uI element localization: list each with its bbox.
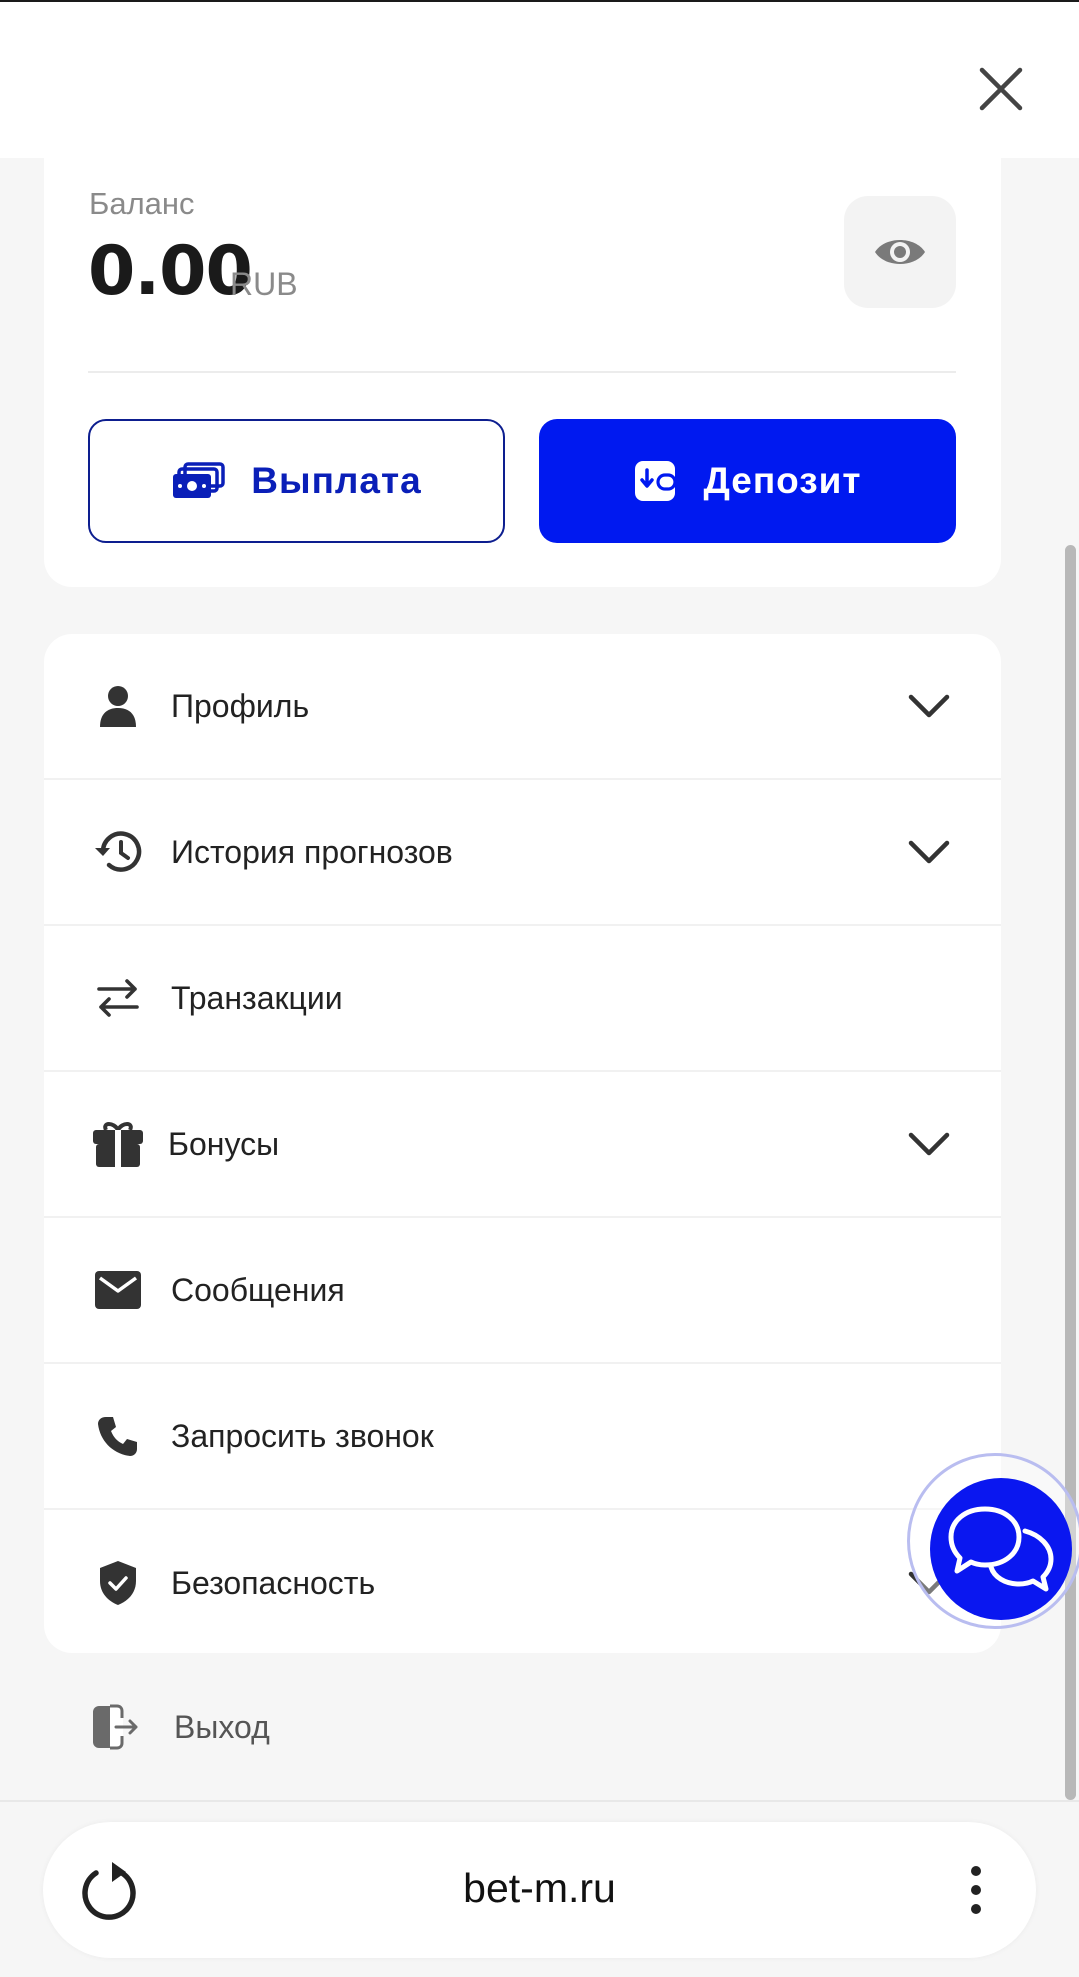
phone-icon	[92, 1410, 144, 1462]
chat-bubbles-icon	[948, 1506, 1054, 1592]
menu-item-label: Бонусы	[168, 1125, 280, 1162]
balance-currency: RUB	[230, 266, 298, 302]
deposit-button[interactable]: Депозит	[539, 419, 956, 543]
menu-item-security[interactable]: Безопасность	[44, 1510, 1001, 1653]
logout-button[interactable]: Выход	[88, 1690, 388, 1764]
menu-item-label: Профиль	[171, 687, 310, 724]
more-dots-icon-dot	[971, 1885, 981, 1895]
menu-item-messages[interactable]: Сообщения	[44, 1218, 1001, 1364]
close-icon	[979, 67, 1023, 111]
balance-divider	[88, 371, 956, 373]
menu-item-bonuses[interactable]: Бонусы	[44, 1072, 1001, 1218]
menu-item-transactions[interactable]: Транзакции	[44, 926, 1001, 1072]
shield-check-icon	[92, 1557, 144, 1609]
menu-item-label: Транзакции	[171, 979, 343, 1016]
menu-item-label: Сообщения	[171, 1271, 345, 1308]
more-dots-icon	[971, 1866, 981, 1876]
cash-stack-icon	[173, 462, 226, 498]
wallet-in-icon	[635, 461, 678, 501]
transfer-arrows-icon	[92, 972, 144, 1024]
panel-header	[0, 2, 1079, 158]
eye-icon	[875, 240, 925, 264]
balance-amount: 0.00	[88, 232, 253, 311]
chevron-down-icon	[906, 1121, 952, 1167]
support-chat-button[interactable]	[930, 1478, 1072, 1620]
url-text[interactable]: bet-m.ru	[43, 1865, 1036, 1912]
menu-item-label: История прогнозов	[171, 833, 453, 870]
deposit-label: Депозит	[703, 460, 862, 501]
balance-label: Баланс	[89, 186, 195, 221]
history-icon	[92, 826, 144, 878]
menu-item-label: Запросить звонок	[171, 1417, 434, 1454]
gift-icon	[92, 1118, 144, 1170]
menu-item-request-call[interactable]: Запросить звонок	[44, 1364, 1001, 1510]
payout-label: Выплата	[251, 460, 422, 501]
close-button[interactable]	[966, 54, 1036, 124]
more-dots-icon-dot	[971, 1904, 981, 1914]
browser-address-bar: bet-m.ru	[43, 1822, 1036, 1958]
user-icon	[92, 680, 144, 732]
chevron-down-icon	[906, 829, 952, 875]
menu-item-label: Безопасность	[171, 1564, 376, 1601]
account-menu: Профиль История прогнозов Транзакции Бон…	[44, 634, 1001, 1653]
logout-icon	[93, 1704, 138, 1750]
balance-card: Баланс 0.00 RUB Выплата Депозит	[44, 100, 1001, 587]
bottom-divider	[0, 1800, 1079, 1802]
payout-button[interactable]: Выплата	[88, 419, 505, 543]
menu-item-profile[interactable]: Профиль	[44, 634, 1001, 780]
envelope-icon	[92, 1264, 144, 1316]
scrollbar-thumb[interactable]	[1065, 545, 1076, 1800]
chevron-down-icon	[906, 683, 952, 729]
menu-item-forecast-history[interactable]: История прогнозов	[44, 780, 1001, 926]
browser-menu-button[interactable]	[958, 1858, 994, 1922]
logout-label: Выход	[174, 1708, 270, 1745]
toggle-balance-visibility-button[interactable]	[844, 196, 956, 308]
